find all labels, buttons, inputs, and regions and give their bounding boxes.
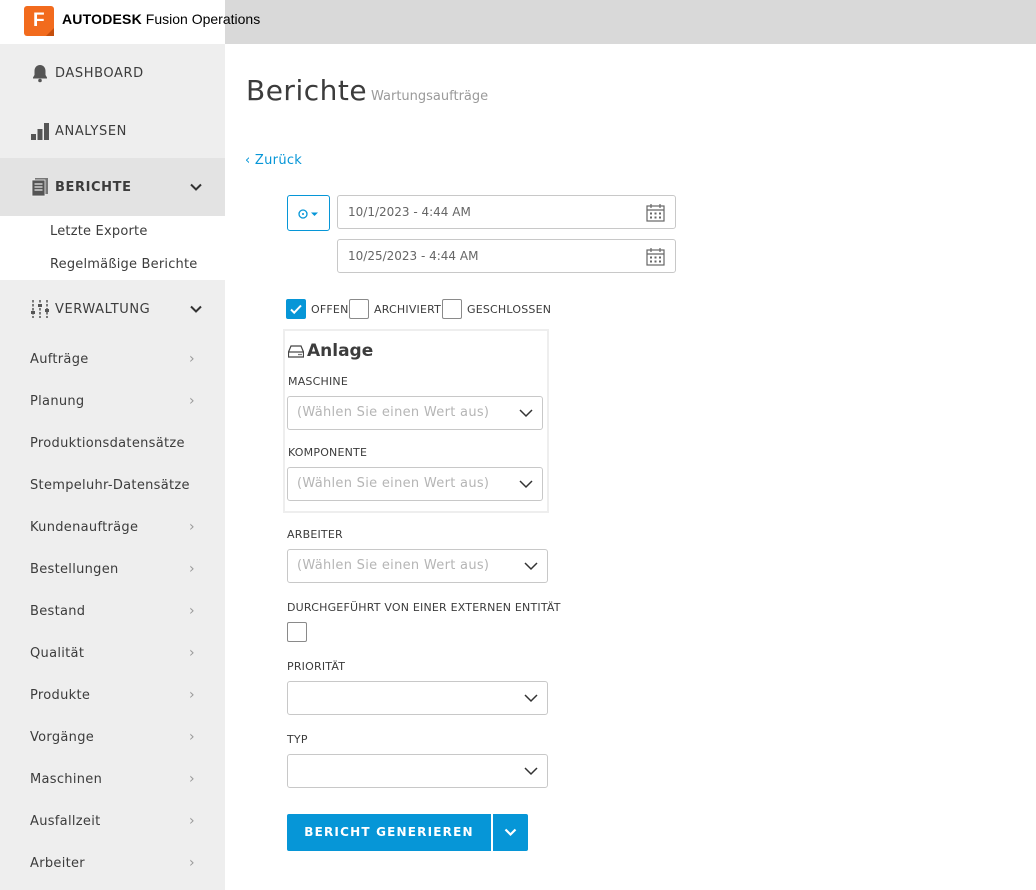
sidebar-item-qualitaet[interactable]: Qualität bbox=[30, 646, 84, 661]
sidebar-item-bestellungen[interactable]: Bestellungen bbox=[30, 562, 119, 577]
sidebar-item-berichte[interactable]: BERICHTE bbox=[0, 158, 225, 216]
sidebar-item-produkte[interactable]: Produkte bbox=[30, 688, 90, 703]
type-label: TYP bbox=[287, 733, 308, 746]
status-offen-label: OFFEN bbox=[311, 303, 349, 316]
sidebar-item-label: ANALYSEN bbox=[55, 123, 127, 139]
status-archiviert-label: ARCHIVIERT bbox=[374, 303, 442, 316]
chevron-right-icon: › bbox=[189, 771, 195, 787]
chevron-right-icon: › bbox=[189, 561, 195, 577]
worker-select[interactable]: (Wählen Sie einen Wert aus) bbox=[287, 549, 548, 583]
generate-report-button[interactable]: BERICHT GENERIEREN bbox=[287, 814, 491, 851]
status-geschlossen-label: GESCHLOSSEN bbox=[467, 303, 552, 316]
sidebar-item-stempeluhr-datensaetze[interactable]: Stempeluhr-Datensätze bbox=[30, 478, 190, 493]
date-to-value: 10/25/2023 - 4:44 AM bbox=[348, 249, 479, 263]
sidebar-item-analysen[interactable]: ANALYSEN bbox=[0, 102, 225, 160]
page-subtitle: Wartungsaufträge bbox=[371, 89, 489, 104]
sidebar-item-label: BERICHTE bbox=[55, 179, 132, 195]
app-title: AUTODESK Fusion Operations bbox=[62, 11, 260, 27]
brand-area: F AUTODESK Fusion Operations bbox=[0, 0, 260, 44]
date-to-field[interactable]: 10/25/2023 - 4:44 AM bbox=[337, 239, 676, 273]
sidebar-subitem-regelmaessige-berichte[interactable]: Regelmäßige Berichte bbox=[50, 257, 197, 272]
status-archiviert-checkbox[interactable] bbox=[349, 299, 369, 319]
clock-dropdown-icon bbox=[298, 209, 318, 219]
component-label: KOMPONENTE bbox=[288, 446, 368, 459]
anlage-title: Anlage bbox=[307, 341, 374, 361]
sidebar-item-planung[interactable]: Planung bbox=[30, 394, 85, 409]
component-placeholder: (Wählen Sie einen Wert aus) bbox=[297, 476, 490, 491]
chevron-down-icon bbox=[524, 767, 538, 776]
page-title: Berichte bbox=[246, 74, 368, 107]
brand-bold: AUTODESK bbox=[62, 11, 142, 27]
sidebar-item-maschinen[interactable]: Maschinen bbox=[30, 772, 102, 787]
type-select[interactable] bbox=[287, 754, 548, 788]
chevron-right-icon: › bbox=[189, 729, 195, 745]
fusion-logo-icon[interactable]: F bbox=[24, 6, 54, 36]
sidebar-item-vorgaenge[interactable]: Vorgänge bbox=[30, 730, 94, 745]
top-bar: F AUTODESK Fusion Operations bbox=[0, 0, 1036, 44]
chevron-right-icon: › bbox=[189, 519, 195, 535]
sidebar-subitem-letzte-exporte[interactable]: Letzte Exporte bbox=[50, 224, 148, 239]
chevron-down-icon bbox=[190, 183, 202, 191]
status-offen-checkbox[interactable] bbox=[286, 299, 306, 319]
status-geschlossen-checkbox[interactable] bbox=[442, 299, 462, 319]
chevron-right-icon: › bbox=[189, 645, 195, 661]
sidebar-item-verwaltung[interactable]: VERWALTUNG bbox=[0, 280, 225, 338]
worker-label: ARBEITER bbox=[287, 528, 343, 541]
logo-letter: F bbox=[33, 10, 45, 31]
chevron-down-icon bbox=[504, 828, 517, 837]
date-from-value: 10/1/2023 - 4:44 AM bbox=[348, 205, 471, 219]
chevron-down-icon bbox=[190, 305, 202, 313]
chevron-right-icon: › bbox=[189, 393, 195, 409]
date-from-field[interactable]: 10/1/2023 - 4:44 AM bbox=[337, 195, 676, 229]
chevron-right-icon: › bbox=[189, 813, 195, 829]
sidebar-item-bestand[interactable]: Bestand bbox=[30, 604, 85, 619]
priority-select[interactable] bbox=[287, 681, 548, 715]
component-select[interactable]: (Wählen Sie einen Wert aus) bbox=[287, 467, 543, 501]
brand-rest: Fusion Operations bbox=[141, 11, 261, 27]
date-preset-button[interactable] bbox=[287, 195, 330, 231]
sliders-icon bbox=[31, 300, 49, 318]
bar-chart-icon bbox=[31, 123, 49, 140]
calendar-icon[interactable] bbox=[646, 203, 665, 222]
sidebar-item-produktionsdatensaetze[interactable]: Produktionsdatensätze bbox=[30, 436, 185, 451]
chevron-down-icon bbox=[519, 480, 533, 489]
sidebar-item-kundenauftraege[interactable]: Kundenaufträge bbox=[30, 520, 138, 535]
sidebar-item-ausfallzeit[interactable]: Ausfallzeit bbox=[30, 814, 101, 829]
machine-label: MASCHINE bbox=[288, 375, 348, 388]
bell-icon bbox=[33, 65, 47, 83]
external-entity-checkbox[interactable] bbox=[287, 622, 307, 642]
back-link[interactable]: ‹ Zurück bbox=[245, 153, 302, 168]
priority-label: PRIORITÄT bbox=[287, 660, 346, 673]
chevron-down-icon bbox=[524, 562, 538, 571]
checkmark-icon bbox=[290, 304, 302, 315]
machine-select[interactable]: (Wählen Sie einen Wert aus) bbox=[287, 396, 543, 430]
chevron-right-icon: › bbox=[189, 687, 195, 703]
machine-placeholder: (Wählen Sie einen Wert aus) bbox=[297, 405, 490, 420]
chevron-down-icon bbox=[519, 409, 533, 418]
chevron-right-icon: › bbox=[189, 855, 195, 871]
chevron-right-icon: › bbox=[189, 351, 195, 367]
sidebar-item-dashboard[interactable]: DASHBOARD bbox=[0, 44, 225, 102]
chevron-down-icon bbox=[524, 694, 538, 703]
sidebar-item-arbeiter[interactable]: Arbeiter bbox=[30, 856, 85, 871]
generate-options-button[interactable] bbox=[493, 814, 528, 851]
sidebar-item-label: DASHBOARD bbox=[55, 65, 144, 81]
worker-placeholder: (Wählen Sie einen Wert aus) bbox=[297, 558, 490, 573]
sidebar-item-auftraege[interactable]: Aufträge bbox=[30, 352, 89, 367]
hard-drive-icon bbox=[288, 345, 304, 358]
sidebar-item-label: VERWALTUNG bbox=[55, 301, 151, 317]
report-icon bbox=[31, 178, 48, 197]
calendar-icon[interactable] bbox=[646, 247, 665, 266]
sidebar: DASHBOARD ANALYSEN BERICHTE Letzte Expor… bbox=[0, 44, 225, 890]
chevron-right-icon: › bbox=[189, 603, 195, 619]
external-entity-label: DURCHGEFÜHRT VON EINER EXTERNEN ENTITÄT bbox=[287, 601, 561, 614]
